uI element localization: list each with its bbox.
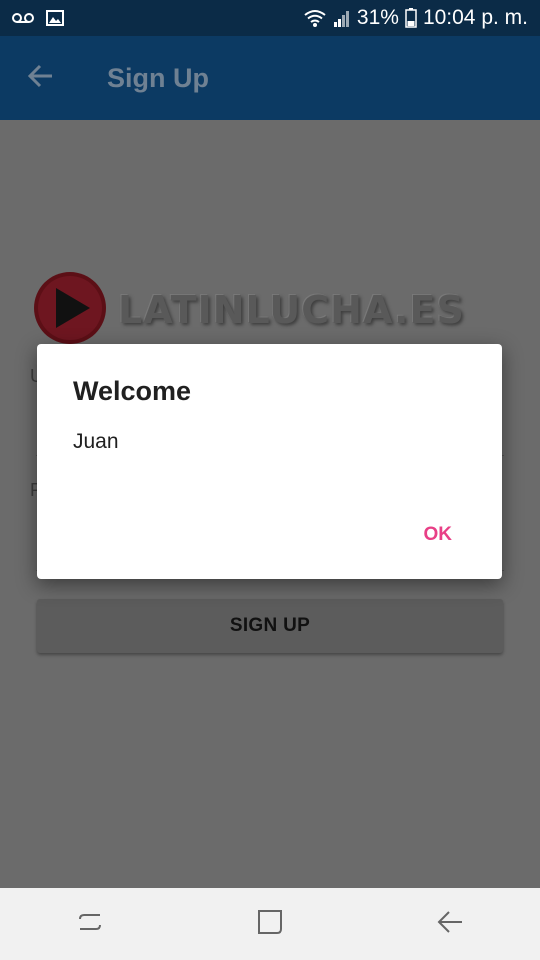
logo-text: LATINLUCHA.ES <box>118 288 465 332</box>
home-button[interactable] <box>240 894 300 954</box>
status-bar: 31% 10:04 p. m. <box>0 0 540 36</box>
battery-percent: 31% <box>356 6 399 29</box>
home-icon <box>256 908 284 941</box>
ok-button[interactable]: OK <box>408 518 469 552</box>
image-icon <box>46 10 64 26</box>
wifi-icon <box>303 8 327 28</box>
latinlucha-logo: LATINLUCHA.ES <box>32 270 512 351</box>
clock: 10:04 p. m. <box>422 6 528 29</box>
page-title: Sign Up <box>107 62 209 93</box>
battery-icon <box>405 8 417 28</box>
back-button[interactable] <box>13 50 69 106</box>
status-right: 31% 10:04 p. m. <box>303 6 540 30</box>
signup-button[interactable]: SIGN UP <box>37 599 503 653</box>
recent-apps-icon <box>76 908 104 941</box>
navigation-bar <box>0 888 540 960</box>
back-nav-icon <box>436 908 464 941</box>
app-bar: Sign Up <box>0 36 540 120</box>
signal-icon <box>333 9 351 27</box>
play-logo-icon <box>32 270 108 351</box>
status-left <box>0 10 64 26</box>
back-nav-button[interactable] <box>420 894 480 954</box>
recent-apps-button[interactable] <box>60 894 120 954</box>
welcome-dialog: Welcome Juan OK <box>37 344 502 579</box>
voicemail-icon <box>12 12 34 24</box>
screen: 31% 10:04 p. m. Sign Up LATINLUCHA.ES P … <box>0 0 540 960</box>
dialog-message: Juan <box>73 430 119 453</box>
arrow-back-icon <box>27 62 55 95</box>
dialog-title: Welcome <box>73 376 192 406</box>
